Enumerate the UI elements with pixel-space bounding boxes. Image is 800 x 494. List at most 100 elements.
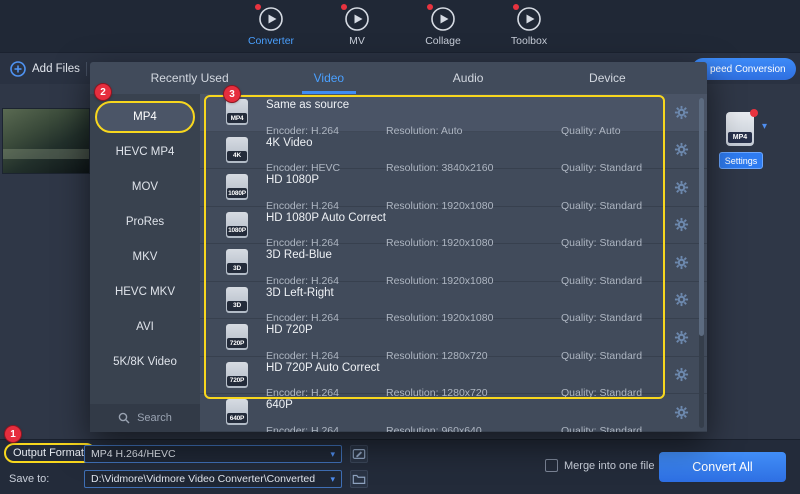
format-tab[interactable]: Video bbox=[259, 62, 398, 94]
chevron-down-icon: ▾ bbox=[330, 449, 335, 460]
preset-list-scrollbar[interactable] bbox=[699, 98, 704, 428]
top-nav-item[interactable]: MV bbox=[327, 6, 387, 47]
top-nav-item[interactable]: Converter bbox=[241, 6, 301, 47]
save-to-select[interactable]: D:\Vidmore\Vidmore Video Converter\Conve… bbox=[84, 470, 342, 488]
preset-title: Same as source bbox=[266, 99, 349, 111]
notification-dot-icon bbox=[341, 4, 347, 10]
output-format-file-icon[interactable]: MP4 bbox=[726, 112, 754, 146]
output-format-chevron-icon[interactable]: ▾ bbox=[762, 121, 767, 132]
preset-title: 3D Left-Right bbox=[266, 287, 334, 299]
preset-title: 4K Video bbox=[266, 137, 312, 149]
format-file-icon: MP4 bbox=[226, 99, 248, 125]
output-format-panel: Recently Used Video Audio Device bbox=[90, 62, 707, 432]
preset-row[interactable]: 4K 4K Video Encoder: HEVC Resolution: 38… bbox=[200, 132, 707, 170]
add-files-button[interactable]: Add Files ▾ bbox=[10, 61, 97, 77]
format-file-icon: 3D bbox=[226, 249, 248, 275]
format-tab[interactable]: Device bbox=[538, 62, 677, 94]
search-button[interactable]: Search bbox=[90, 404, 200, 432]
divider bbox=[86, 62, 87, 76]
preset-row[interactable]: 1080P HD 1080P Auto Correct Encoder: H.2… bbox=[200, 207, 707, 245]
preset-settings-gear-icon[interactable] bbox=[671, 329, 691, 345]
format-file-icon: 640P bbox=[226, 399, 248, 425]
sidebar-format-item[interactable]: MP4 bbox=[95, 101, 195, 133]
format-file-icon: 720P bbox=[226, 324, 248, 350]
top-nav-label: Collage bbox=[425, 35, 461, 47]
preset-settings-gear-icon[interactable] bbox=[671, 179, 691, 195]
hispeed-conversion-toggle[interactable]: peed Conversion bbox=[692, 58, 796, 80]
preset-settings-gear-icon[interactable] bbox=[671, 104, 691, 120]
preset-row[interactable]: MP4 Same as source Encoder: H.264 Resolu… bbox=[200, 94, 707, 132]
top-nav-icon bbox=[516, 6, 542, 32]
open-folder-icon-button[interactable] bbox=[350, 470, 368, 488]
search-icon bbox=[118, 412, 130, 424]
top-nav-item[interactable]: Toolbox bbox=[499, 6, 559, 47]
preset-row[interactable]: 720P HD 720P Encoder: H.264 Resolution: … bbox=[200, 319, 707, 357]
sidebar-format-item[interactable]: AVI bbox=[95, 311, 195, 343]
merge-checkbox-label: Merge into one file bbox=[564, 460, 655, 472]
merge-into-one-file-option: Merge into one file bbox=[545, 459, 655, 472]
save-to-path: D:\Vidmore\Vidmore Video Converter\Conve… bbox=[91, 473, 315, 485]
preset-row[interactable]: 3D 3D Left-Right Encoder: H.264 Resoluti… bbox=[200, 282, 707, 320]
sidebar-format-item[interactable]: HEVC MKV bbox=[95, 276, 195, 308]
top-nav-label: MV bbox=[349, 35, 365, 47]
preset-settings-gear-icon[interactable] bbox=[671, 254, 691, 270]
video-thumbnail[interactable] bbox=[2, 108, 90, 174]
top-nav-icon bbox=[258, 6, 284, 32]
sidebar-format-item[interactable]: HEVC MP4 bbox=[95, 136, 195, 168]
output-format-label: Output Format: bbox=[4, 443, 96, 463]
preset-list: MP4 Same as source Encoder: H.264 Resolu… bbox=[200, 94, 707, 432]
preset-row[interactable]: 720P HD 720P Auto Correct Encoder: H.264… bbox=[200, 357, 707, 395]
sidebar-format-item[interactable]: MOV bbox=[95, 171, 195, 203]
format-panel-body: MP4 HEVC MP4 MOV ProRes MKV HEVC MKV AVI bbox=[90, 94, 707, 432]
format-file-icon: 720P bbox=[226, 362, 248, 388]
edit-profile-icon-button[interactable] bbox=[350, 445, 368, 463]
annotation-badge-3: 3 bbox=[224, 86, 240, 102]
preset-title: HD 720P bbox=[266, 324, 313, 336]
sidebar-format-item[interactable]: MKV bbox=[95, 241, 195, 273]
preset-title: 3D Red-Blue bbox=[266, 249, 332, 261]
preset-title: HD 720P Auto Correct bbox=[266, 362, 380, 374]
output-format-select[interactable]: MP4 H.264/HEVC ▾ bbox=[84, 445, 342, 463]
preset-title: HD 1080P bbox=[266, 174, 319, 186]
top-navigation-bar: Converter MV bbox=[0, 0, 800, 52]
notification-dot-icon bbox=[427, 4, 433, 10]
preset-title: HD 1080P Auto Correct bbox=[266, 212, 386, 224]
preset-settings-gear-icon[interactable] bbox=[671, 142, 691, 158]
sidebar-format-item[interactable]: 5K/8K Video bbox=[95, 346, 195, 378]
top-nav-item[interactable]: Collage bbox=[413, 6, 473, 47]
top-nav-icon bbox=[430, 6, 456, 32]
preset-settings-gear-icon[interactable] bbox=[671, 367, 691, 383]
preset-title: 640P bbox=[266, 399, 293, 411]
annotation-badge-1: 1 bbox=[5, 426, 21, 442]
format-tabs: Recently Used Video Audio Device bbox=[90, 62, 707, 95]
top-nav-icon bbox=[344, 6, 370, 32]
add-plus-icon bbox=[10, 61, 26, 77]
chevron-down-icon: ▾ bbox=[330, 474, 335, 485]
format-tab[interactable]: Audio bbox=[399, 62, 538, 94]
notification-dot-icon bbox=[255, 4, 261, 10]
output-format-value: MP4 H.264/HEVC bbox=[91, 448, 176, 460]
preset-row[interactable]: 3D 3D Red-Blue Encoder: H.264 Resolution… bbox=[200, 244, 707, 282]
preset-quality: Quality: Standard bbox=[561, 425, 642, 433]
vidmore-converter-window: Converter MV bbox=[0, 0, 800, 494]
save-to-label: Save to: bbox=[9, 473, 49, 485]
scrollbar-thumb[interactable] bbox=[699, 98, 704, 336]
format-file-icon: 1080P bbox=[226, 174, 248, 200]
add-files-label: Add Files bbox=[32, 63, 80, 75]
top-nav-label: Toolbox bbox=[511, 35, 547, 47]
annotation-badge-2: 2 bbox=[95, 84, 111, 100]
preset-settings-gear-icon[interactable] bbox=[671, 217, 691, 233]
convert-all-button[interactable]: Convert All bbox=[659, 452, 786, 482]
preset-settings-gear-icon[interactable] bbox=[671, 404, 691, 420]
format-file-icon: 4K bbox=[226, 137, 248, 163]
preset-resolution: Resolution: 960x640 bbox=[386, 425, 482, 433]
preset-row[interactable]: 640P 640P Encoder: H.264 Resolution: 960… bbox=[200, 394, 707, 432]
top-nav-label: Converter bbox=[248, 35, 294, 47]
search-label: Search bbox=[137, 412, 172, 424]
merge-checkbox[interactable] bbox=[545, 459, 558, 472]
format-file-icon: 1080P bbox=[226, 212, 248, 238]
preset-settings-gear-icon[interactable] bbox=[671, 292, 691, 308]
settings-button[interactable]: Settings bbox=[719, 152, 763, 169]
sidebar-format-item[interactable]: ProRes bbox=[95, 206, 195, 238]
preset-row[interactable]: 1080P HD 1080P Encoder: H.264 Resolution… bbox=[200, 169, 707, 207]
